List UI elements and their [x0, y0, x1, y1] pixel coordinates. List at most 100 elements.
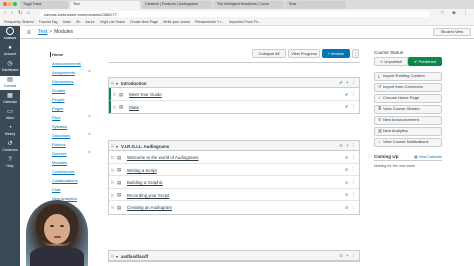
- browser-tab-active[interactable]: Test: [70, 1, 140, 9]
- kebab-icon[interactable]: ⋮: [352, 155, 357, 160]
- drag-handle-icon[interactable]: ⠿: [111, 193, 114, 198]
- browser-tab[interactable]: Canterm | Products | Audiograms: [142, 1, 212, 9]
- view-course-stream-button[interactable]: ≣ View Course Stream: [374, 105, 442, 114]
- drag-handle-icon[interactable]: ⠿: [111, 81, 114, 86]
- unpublished-icon[interactable]: ⊘: [345, 155, 349, 160]
- kebab-icon[interactable]: ⋮: [352, 180, 357, 185]
- kebab-icon[interactable]: ⋮: [352, 205, 357, 210]
- canvas-logo[interactable]: CANVAS: [1, 27, 19, 41]
- view-course-notifications-button[interactable]: ♪ View Course Notifications: [374, 138, 442, 147]
- extensions-icon[interactable]: ◈: [452, 10, 456, 16]
- course-nav-modules[interactable]: Modules: [52, 160, 67, 165]
- module-item-title[interactable]: Writing a Script: [127, 168, 157, 173]
- unpublished-icon[interactable]: ⊘: [345, 192, 349, 197]
- drag-handle-icon[interactable]: ⠿: [111, 168, 114, 173]
- unpublished-icon[interactable]: ⊘: [339, 143, 343, 148]
- course-nav-people[interactable]: People: [52, 97, 64, 102]
- course-nav-outcomes[interactable]: Outcomes: [52, 133, 70, 138]
- new-announcement-button[interactable]: ✆ New Announcement: [374, 116, 442, 125]
- course-nav-chat[interactable]: Chat: [52, 187, 60, 192]
- course-nav-rubrics[interactable]: Rubrics: [52, 142, 66, 147]
- unpublished-icon[interactable]: ⊘: [345, 167, 349, 172]
- bookmark[interactable]: Trauma Tag: [39, 20, 58, 24]
- close-window-button[interactable]: [3, 2, 7, 6]
- global-nav-inbox[interactable]: ▭ Inbox: [0, 108, 20, 122]
- add-item-icon[interactable]: +: [346, 80, 349, 85]
- kebab-icon[interactable]: ⋮: [352, 167, 357, 172]
- browser-tab[interactable]: Toggl Track: [20, 1, 68, 9]
- caret-down-icon[interactable]: ▾: [116, 254, 118, 259]
- bookmark[interactable]: Frequently Shared: [4, 20, 34, 24]
- view-calendar-link[interactable]: ▦ View Calendar: [414, 155, 442, 159]
- breadcrumb-course-link[interactable]: Test: [38, 29, 47, 35]
- drag-handle-icon[interactable]: ⠿: [111, 155, 114, 160]
- drag-handle-icon[interactable]: ⠿: [113, 105, 116, 110]
- published-check-icon[interactable]: ✔: [345, 104, 349, 109]
- forward-icon[interactable]: ›: [11, 10, 13, 16]
- maximize-window-button[interactable]: [13, 2, 17, 6]
- global-nav-account[interactable]: ● Account: [0, 44, 20, 58]
- global-nav-calendar[interactable]: ▦ Calendar: [0, 92, 20, 106]
- course-nav-home[interactable]: Home: [50, 52, 63, 57]
- bookmark[interactable]: Links: [63, 20, 71, 24]
- course-nav-quizzes[interactable]: Quizzes: [52, 151, 66, 156]
- module-item-title[interactable]: Building a Graphic: [127, 180, 163, 185]
- module-item-title[interactable]: Creating an Audiogram: [127, 205, 172, 210]
- bookmark[interactable]: Imported From Fir...: [229, 20, 261, 24]
- kebab-icon[interactable]: ⋮: [352, 192, 357, 197]
- global-nav-courses[interactable]: ▤ Courses: [0, 76, 20, 90]
- unpublished-icon[interactable]: ⊘: [345, 180, 349, 185]
- minimize-window-button[interactable]: [8, 2, 12, 6]
- bookmark[interactable]: Create New Page: [130, 20, 158, 24]
- module-item-title[interactable]: Slate: [129, 105, 139, 110]
- course-nav-announcements[interactable]: Announcements: [52, 61, 81, 66]
- global-nav-commons[interactable]: ↺ Commons: [0, 140, 20, 154]
- home-icon[interactable]: ⌂: [27, 10, 30, 16]
- kebab-icon[interactable]: ⋮: [352, 143, 357, 148]
- caret-down-icon[interactable]: ▾: [116, 81, 118, 86]
- bookmark[interactable]: Azure: [85, 20, 94, 24]
- course-nav-conferences[interactable]: Conferences: [52, 169, 75, 174]
- new-analytics-button[interactable]: ▥New Analytics: [374, 127, 442, 136]
- module-header[interactable]: ⠿ ▾ asdfasdfasdf ⊘ + ⋮: [109, 251, 359, 261]
- reload-icon[interactable]: ↻: [18, 10, 22, 16]
- bookmark[interactable]: Sh: [76, 20, 80, 24]
- module-header[interactable]: ⠿ ▾ V.I.R.G.I.L. Audiograms ⊘ + ⋮: [109, 141, 359, 151]
- published-button[interactable]: ✔ Published: [408, 57, 442, 66]
- course-nav-syllabus[interactable]: Syllabus: [52, 124, 67, 129]
- course-nav-files[interactable]: Files: [52, 115, 60, 120]
- course-nav-discussions[interactable]: Discussions: [52, 79, 73, 84]
- course-nav-pages[interactable]: Pages: [52, 106, 63, 111]
- collapse-all-button[interactable]: Collapse All: [252, 49, 286, 58]
- kebab-icon[interactable]: ⋮: [352, 92, 357, 97]
- kebab-icon[interactable]: ⋮: [352, 253, 357, 258]
- student-view-button[interactable]: Student View: [433, 28, 471, 36]
- star-icon[interactable]: ☆: [440, 10, 444, 16]
- unpublished-icon[interactable]: ⊘: [345, 205, 349, 210]
- bookmark[interactable]: Write your words: [163, 20, 190, 24]
- choose-home-page-button[interactable]: ⌂ Choose Home Page: [374, 94, 442, 103]
- global-nav-dashboard[interactable]: ◷ Dashboard: [0, 60, 20, 74]
- back-icon[interactable]: ‹: [4, 10, 6, 16]
- import-from-commons-button[interactable]: ↺ Import from Commons: [374, 83, 442, 92]
- view-progress-button[interactable]: View Progress: [288, 49, 320, 58]
- drag-handle-icon[interactable]: ⠿: [111, 180, 114, 185]
- caret-down-icon[interactable]: ▾: [116, 144, 118, 149]
- course-nav-grades[interactable]: Grades: [52, 88, 65, 93]
- add-item-icon[interactable]: +: [346, 253, 349, 258]
- published-check-icon[interactable]: ✔: [345, 92, 349, 97]
- drag-handle-icon[interactable]: ⠿: [111, 205, 114, 210]
- global-nav-history[interactable]: ◔ History: [0, 124, 20, 138]
- course-nav-collaborations[interactable]: Collaborations: [52, 178, 78, 183]
- global-nav-help[interactable]: ? Help: [0, 156, 20, 170]
- add-item-icon[interactable]: +: [346, 143, 349, 148]
- module-item-title[interactable]: Meet Your Guide: [129, 92, 162, 97]
- menu-icon[interactable]: ⋮: [463, 10, 468, 16]
- unpublish-button[interactable]: ⊘ Unpublish: [374, 57, 408, 66]
- drag-handle-icon[interactable]: ⠿: [111, 254, 114, 259]
- more-options-button[interactable]: ⋮: [352, 49, 359, 58]
- bookmark[interactable]: Pensamiento Y r...: [195, 20, 224, 24]
- module-header[interactable]: ⠿ ▾ Introduction ✔ + ⋮: [109, 78, 359, 88]
- add-module-button[interactable]: + Module: [322, 49, 350, 58]
- browser-tab[interactable]: The Intelligent Headlines | Come: [214, 1, 284, 9]
